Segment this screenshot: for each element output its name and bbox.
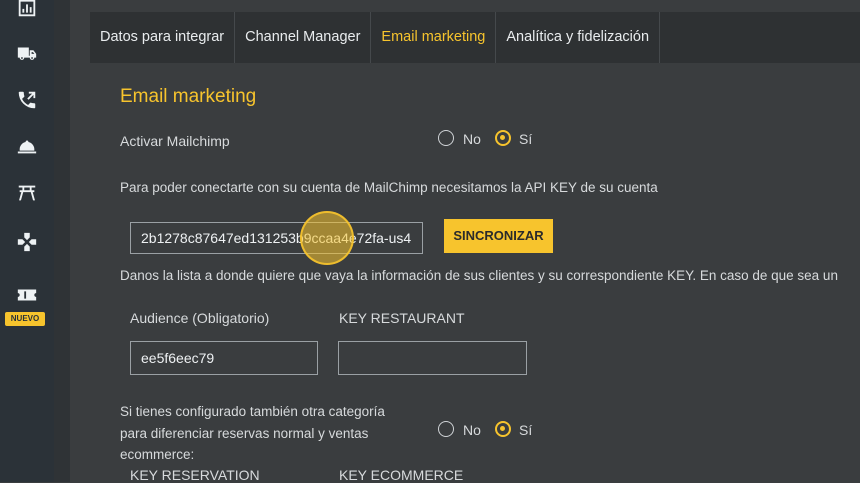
ticket-icon[interactable] bbox=[11, 281, 43, 309]
api-key-input[interactable]: 2b1278c87647ed131253b9ccaa4e72fa-us4 bbox=[130, 222, 423, 254]
chart-icon[interactable] bbox=[11, 0, 43, 22]
activate-no-label: No bbox=[463, 131, 481, 147]
list-intro: Danos la lista a donde quiere que vaya l… bbox=[120, 268, 838, 283]
activate-yes-label: Sí bbox=[519, 131, 533, 147]
key-restaurant-label: KEY RESTAURANT bbox=[339, 310, 465, 326]
category-no-label: No bbox=[463, 422, 481, 438]
tab-email-marketing[interactable]: Email marketing bbox=[371, 12, 497, 63]
category-yes-radio[interactable] bbox=[495, 421, 511, 437]
gamepad-icon[interactable] bbox=[11, 228, 43, 256]
room-service-icon[interactable] bbox=[11, 132, 43, 160]
activate-no-radio[interactable] bbox=[438, 130, 454, 146]
key-reservation-label: KEY RESERVATION bbox=[130, 467, 260, 483]
sidebar: NUEVO bbox=[0, 0, 54, 482]
audience-label: Audience (Obligatorio) bbox=[130, 310, 270, 326]
audience-input[interactable]: ee5f6eec79 bbox=[130, 341, 318, 375]
activate-yes-radio[interactable] bbox=[495, 130, 511, 146]
category-question-line-2: para diferenciar reservas normal y venta… bbox=[120, 426, 369, 441]
category-no-radio[interactable] bbox=[438, 421, 454, 437]
key-restaurant-input[interactable] bbox=[338, 341, 527, 375]
activate-mailchimp-label: Activar Mailchimp bbox=[120, 133, 230, 149]
tab-analitica-y-fidelizacion[interactable]: Analítica y fidelización bbox=[496, 12, 661, 63]
phone-icon[interactable] bbox=[11, 86, 43, 114]
sign-icon[interactable] bbox=[11, 179, 43, 207]
category-question-line-1: Si tienes configurado también otra categ… bbox=[120, 404, 385, 419]
truck-icon[interactable] bbox=[11, 39, 43, 67]
sidebar-divider bbox=[54, 0, 70, 482]
category-question-line-3: ecommerce: bbox=[120, 447, 195, 462]
tab-datos-para-integrar[interactable]: Datos para integrar bbox=[90, 12, 236, 63]
tab-channel-manager[interactable]: Channel Manager bbox=[235, 12, 372, 63]
sync-button[interactable]: SINCRONIZAR bbox=[444, 219, 553, 253]
section-title: Email marketing bbox=[120, 86, 257, 107]
tab-bar: Datos para integrar Channel Manager Emai… bbox=[90, 12, 860, 63]
category-yes-label: Sí bbox=[519, 422, 533, 438]
api-key-intro: Para poder conectarte con su cuenta de M… bbox=[120, 180, 658, 195]
key-ecommerce-label: KEY ECOMMERCE bbox=[339, 467, 464, 483]
new-badge: NUEVO bbox=[5, 312, 45, 326]
